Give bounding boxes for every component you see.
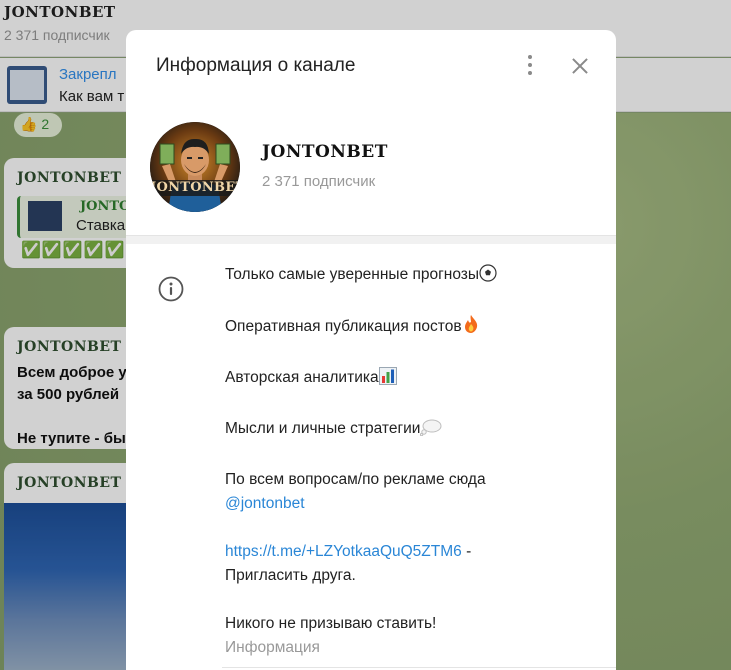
description-line: Оперативная публикация постов xyxy=(225,318,462,335)
description-line: Мысли и личные стратегии xyxy=(225,420,421,437)
channel-name: JONTONBET xyxy=(262,142,388,162)
avatar-illustration xyxy=(150,122,240,212)
channel-info-dialog: Информация о канале JONTONBET JONTONBET … xyxy=(126,30,616,670)
fire-icon xyxy=(462,314,480,342)
bar-chart-icon xyxy=(378,367,397,393)
soccer-ball-icon xyxy=(479,264,497,290)
bottom-divider xyxy=(222,667,616,668)
description-line: Только самые уверенные прогнозы xyxy=(225,266,480,283)
invite-suffix: - xyxy=(461,543,472,560)
channel-subscribers: 2 371 подписчик xyxy=(262,173,376,190)
invite-text: Пригласить друга. xyxy=(225,567,356,584)
description-line: По всем вопросам/по рекламе сюда xyxy=(225,471,486,488)
channel-description: Только самые уверенные прогнозы Оператив… xyxy=(225,263,595,660)
kebab-icon[interactable] xyxy=(518,52,542,78)
thought-bubble-icon xyxy=(420,418,442,444)
avatar-logo-text: JONTONBET xyxy=(150,180,240,195)
invite-link[interactable]: https://t.me/+LZYotkaaQuQ5ZTM6 xyxy=(225,543,462,560)
disclaimer-line: Никого не призываю ставить! xyxy=(225,615,437,632)
mention-link[interactable]: @jontonbet xyxy=(225,495,305,512)
dialog-title: Информация о канале xyxy=(156,55,356,76)
close-icon[interactable] xyxy=(566,52,594,80)
channel-avatar[interactable]: JONTONBET xyxy=(150,122,240,212)
info-section-label: Информация xyxy=(225,639,320,656)
section-divider xyxy=(126,235,616,244)
description-line: Авторская аналитика xyxy=(225,369,379,386)
info-icon xyxy=(158,276,184,302)
